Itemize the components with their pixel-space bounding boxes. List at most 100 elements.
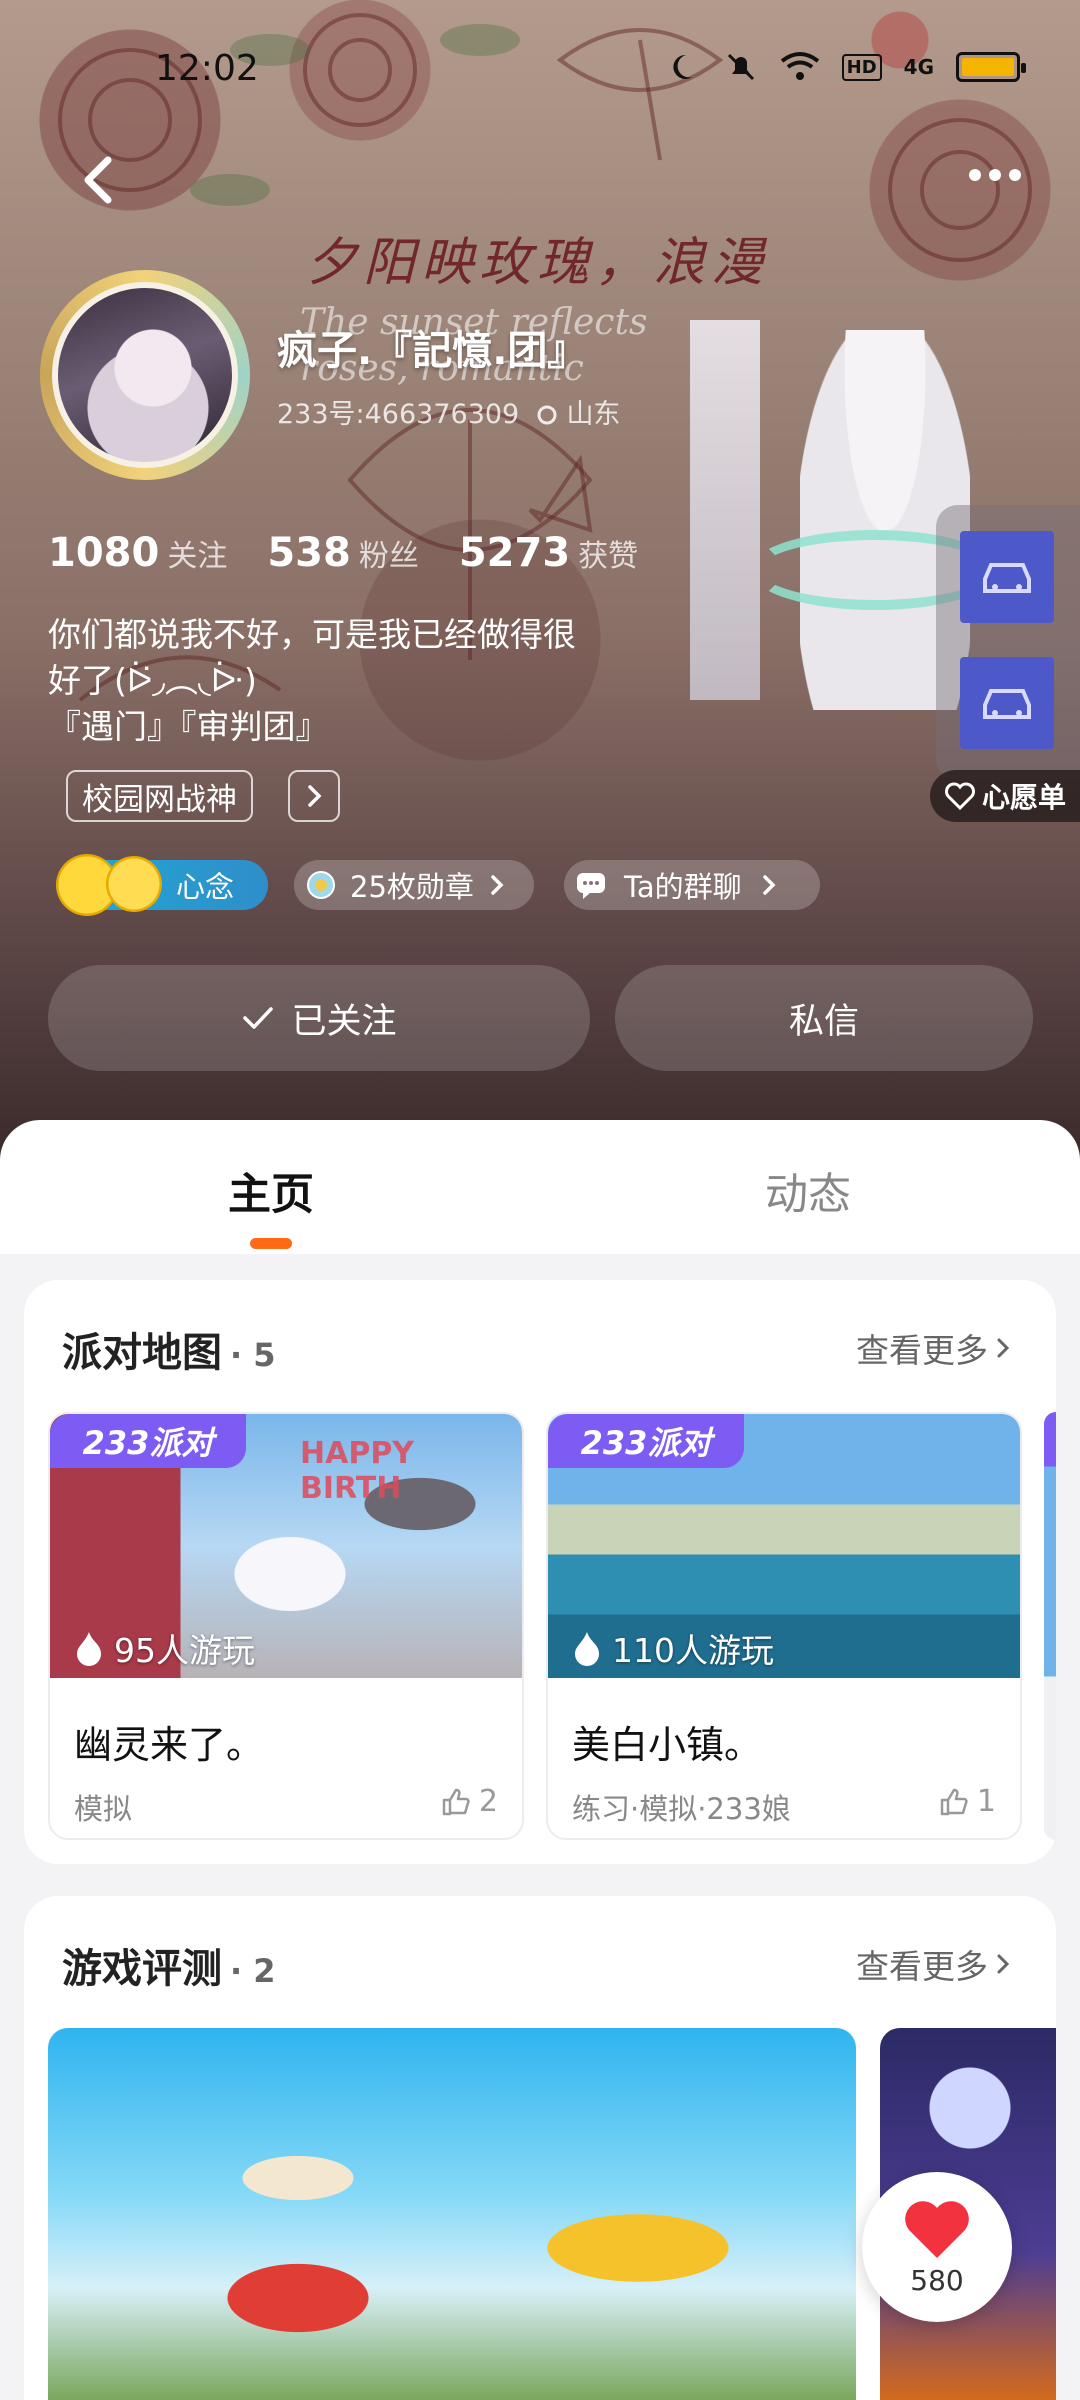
chevron-right-icon — [997, 1338, 1010, 1358]
party-maps-section: 派对地图 · 5 查看更多 HAPPY BIRTH 233派对 95人游玩 幽灵来… — [24, 1280, 1056, 1864]
network-label: 4G — [903, 55, 934, 79]
stat-followers-count: 538 — [267, 530, 351, 576]
map-card[interactable]: HAPPY BIRTH 233派对 95人游玩 幽灵来了。 模拟 2 — [48, 1412, 524, 1840]
status-icons: HD 4G — [670, 50, 1026, 84]
stat-followers-label: 粉丝 — [358, 539, 419, 574]
tag-more-button[interactable] — [288, 770, 340, 822]
map-card-peek[interactable] — [1044, 1412, 1056, 1840]
flame-icon — [575, 1632, 599, 1666]
side-widget — [936, 505, 1080, 780]
wifi-icon — [780, 52, 819, 80]
bio-line-1: 你们都说我不好，可是我已经做得很 — [48, 615, 576, 654]
chevron-right-icon — [762, 875, 776, 895]
map-likes[interactable]: 1 — [939, 1784, 996, 1819]
status-bar: 12:02 HD 4G — [0, 40, 1080, 100]
star-eyes-emoji-icon — [106, 856, 162, 912]
bio-line-3: 『遇门』『审判团』 — [48, 707, 329, 746]
battery-icon — [956, 52, 1026, 82]
party-view-more[interactable]: 查看更多 — [856, 1324, 1012, 1372]
play-count-label: 110人游玩 — [612, 1631, 774, 1670]
section-title: 派对地图 · 5 — [62, 1320, 276, 1378]
status-time: 12:02 — [155, 48, 259, 89]
user-id: 233号:466376309 — [277, 399, 520, 430]
username: 疯子.『記憶.团』 — [277, 328, 588, 374]
wishlist-button[interactable]: 心愿单 — [930, 770, 1080, 822]
follow-label: 已关注 — [291, 1001, 397, 1042]
section-title: 游戏评测 · 2 — [62, 1936, 276, 1994]
thumbs-up-icon — [940, 1788, 968, 1815]
more-options-button[interactable] — [960, 150, 1030, 200]
profile-stats: 1080 关注 538 粉丝 5273 获赞 — [48, 530, 678, 576]
view-more-label: 查看更多 — [856, 1331, 988, 1370]
group-chat-chip[interactable]: Ta的群聊 — [564, 860, 820, 910]
game-reviews-section: 游戏评测 · 2 查看更多 — [24, 1896, 1056, 2400]
party-section-count: · 5 — [230, 1336, 276, 1374]
heart-outline-icon — [945, 782, 975, 811]
moon-icon — [673, 54, 692, 79]
follow-button[interactable]: 已关注 — [48, 965, 590, 1071]
play-count: 110人游玩 — [572, 1624, 774, 1672]
mood-label: 心念 — [176, 870, 235, 904]
car-button-2[interactable] — [960, 657, 1054, 749]
car-button-1[interactable] — [960, 531, 1054, 623]
car-icon — [983, 689, 1031, 719]
chevron-right-icon — [997, 1954, 1010, 1974]
view-more-label: 查看更多 — [856, 1947, 988, 1986]
banner-text: 夕阳映玫瑰，浪漫 — [305, 233, 770, 293]
tab-indicator — [250, 1238, 292, 1249]
mute-bell-icon — [727, 53, 754, 81]
location-icon — [537, 405, 557, 425]
stat-likes-count: 5273 — [458, 530, 571, 576]
chat-bubble-icon — [577, 873, 605, 899]
avatar[interactable] — [30, 270, 260, 480]
map-name: 美白小镇。 — [572, 1723, 763, 1767]
tab-home[interactable]: 主页 — [228, 1160, 314, 1222]
map-likes[interactable]: 2 — [441, 1784, 498, 1819]
likes-count: 2 — [478, 1784, 498, 1819]
review-view-more[interactable]: 查看更多 — [856, 1940, 1012, 1988]
bio: 你们都说我不好，可是我已经做得很 好了(ᐖ◞︵◟ᐕ) 『遇门』『审判团』 — [48, 612, 648, 750]
review-card-image[interactable] — [48, 2028, 856, 2400]
like-count: 580 — [910, 2263, 964, 2297]
stat-likes-label: 获赞 — [578, 539, 639, 574]
like-button[interactable]: 580 — [862, 2172, 1012, 2322]
map-card[interactable]: 233派对 110人游玩 美白小镇。 练习·模拟·233娘 1 — [546, 1412, 1022, 1840]
user-location: 山东 — [566, 399, 621, 430]
review-section-count: · 2 — [230, 1952, 276, 1990]
check-icon — [243, 1007, 274, 1029]
back-button[interactable] — [70, 150, 130, 210]
thumbnail-banner-text: HAPPY BIRTH — [300, 1436, 415, 1506]
medal-icon — [307, 871, 335, 899]
stat-following-count: 1080 — [48, 530, 160, 576]
medals-label: 25枚勋章 — [350, 870, 474, 904]
stat-following-label: 关注 — [167, 539, 228, 574]
mood-chip[interactable]: 心念 — [56, 854, 268, 916]
chevron-left-icon — [84, 156, 112, 204]
car-icon — [983, 563, 1031, 593]
review-section-title: 游戏评测 — [62, 1946, 222, 1992]
likes-count: 1 — [976, 1784, 996, 1819]
profile-tag[interactable]: 校园网战神 — [66, 770, 253, 822]
thumbs-up-icon — [442, 1788, 470, 1815]
message-button[interactable]: 私信 — [615, 965, 1033, 1071]
hd-badge: HD — [841, 53, 882, 81]
tab-feed[interactable]: 动态 — [765, 1160, 851, 1222]
chevron-right-icon — [308, 785, 322, 807]
map-name: 幽灵来了。 — [74, 1723, 265, 1767]
party-badge: 233派对 — [50, 1414, 246, 1468]
user-id-line: 233号:466376309 山东 — [277, 392, 620, 431]
stat-likes: 5273 获赞 — [459, 530, 638, 576]
play-count-label: 95人游玩 — [114, 1631, 255, 1670]
medals-chip[interactable]: 25枚勋章 — [294, 860, 534, 910]
map-tags: 练习·模拟·233娘 — [572, 1792, 791, 1826]
party-badge: 233派对 — [548, 1414, 744, 1468]
tab-bar: 主页 动态 — [0, 1120, 1080, 1254]
chevron-right-icon — [491, 875, 504, 895]
play-count: 95人游玩 — [74, 1624, 255, 1672]
message-label: 私信 — [788, 1001, 859, 1042]
map-tags: 模拟 — [74, 1792, 133, 1826]
stat-followers[interactable]: 538 粉丝 — [267, 530, 419, 576]
group-chat-label: Ta的群聊 — [624, 870, 742, 904]
heart-icon — [905, 2200, 969, 2258]
stat-following[interactable]: 1080 关注 — [48, 530, 227, 576]
